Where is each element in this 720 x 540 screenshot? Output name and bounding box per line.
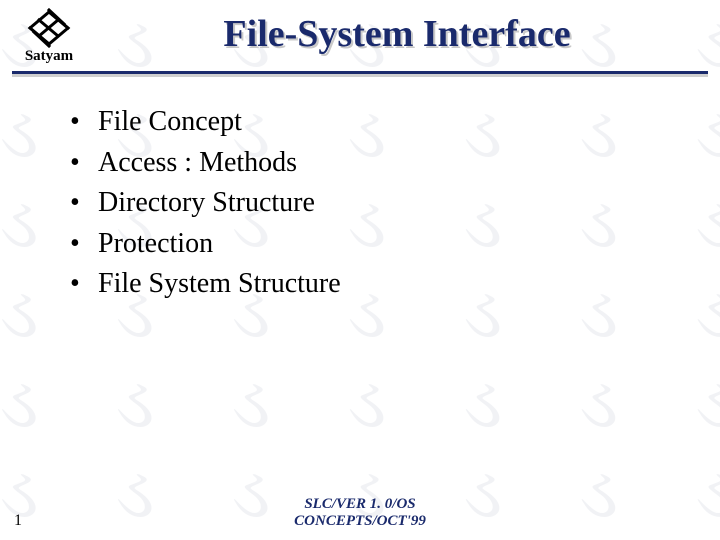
list-item: •Protection bbox=[70, 224, 680, 265]
footer-line-1: SLC/VER 1. 0/OS bbox=[304, 496, 415, 512]
title-wrap: File-System Interface bbox=[86, 8, 708, 56]
slide-header: Satyam File-System Interface bbox=[0, 0, 720, 65]
slide-content: •File Concept •Access : Methods •Directo… bbox=[0, 74, 720, 305]
slide-title: File-System Interface bbox=[86, 12, 708, 56]
footer-text: SLC/VER 1. 0/OS CONCEPTS/OCT'99 bbox=[60, 496, 660, 531]
logo-text: Satyam bbox=[12, 48, 86, 65]
logo: Satyam bbox=[12, 8, 86, 65]
footer-line-2: CONCEPTS/OCT'99 bbox=[294, 513, 426, 529]
bullet-text: File Concept bbox=[98, 102, 242, 143]
bullet-text: Protection bbox=[98, 224, 213, 265]
bullet-dot-icon: • bbox=[70, 264, 98, 305]
bullet-list: •File Concept •Access : Methods •Directo… bbox=[70, 102, 680, 305]
list-item: •File Concept bbox=[70, 102, 680, 143]
list-item: •File System Structure bbox=[70, 264, 680, 305]
list-item: •Directory Structure bbox=[70, 183, 680, 224]
bullet-dot-icon: • bbox=[70, 143, 98, 184]
bullet-text: File System Structure bbox=[98, 264, 341, 305]
bullet-dot-icon: • bbox=[70, 224, 98, 265]
slide-footer: 1 SLC/VER 1. 0/OS CONCEPTS/OCT'99 bbox=[0, 496, 720, 531]
bullet-text: Directory Structure bbox=[98, 183, 315, 224]
slide: Satyam File-System Interface •File Conce… bbox=[0, 0, 720, 540]
satyam-logo-icon bbox=[24, 8, 74, 50]
bullet-dot-icon: • bbox=[70, 102, 98, 143]
list-item: •Access : Methods bbox=[70, 143, 680, 184]
bullet-text: Access : Methods bbox=[98, 143, 297, 184]
bullet-dot-icon: • bbox=[70, 183, 98, 224]
page-number: 1 bbox=[0, 512, 60, 530]
